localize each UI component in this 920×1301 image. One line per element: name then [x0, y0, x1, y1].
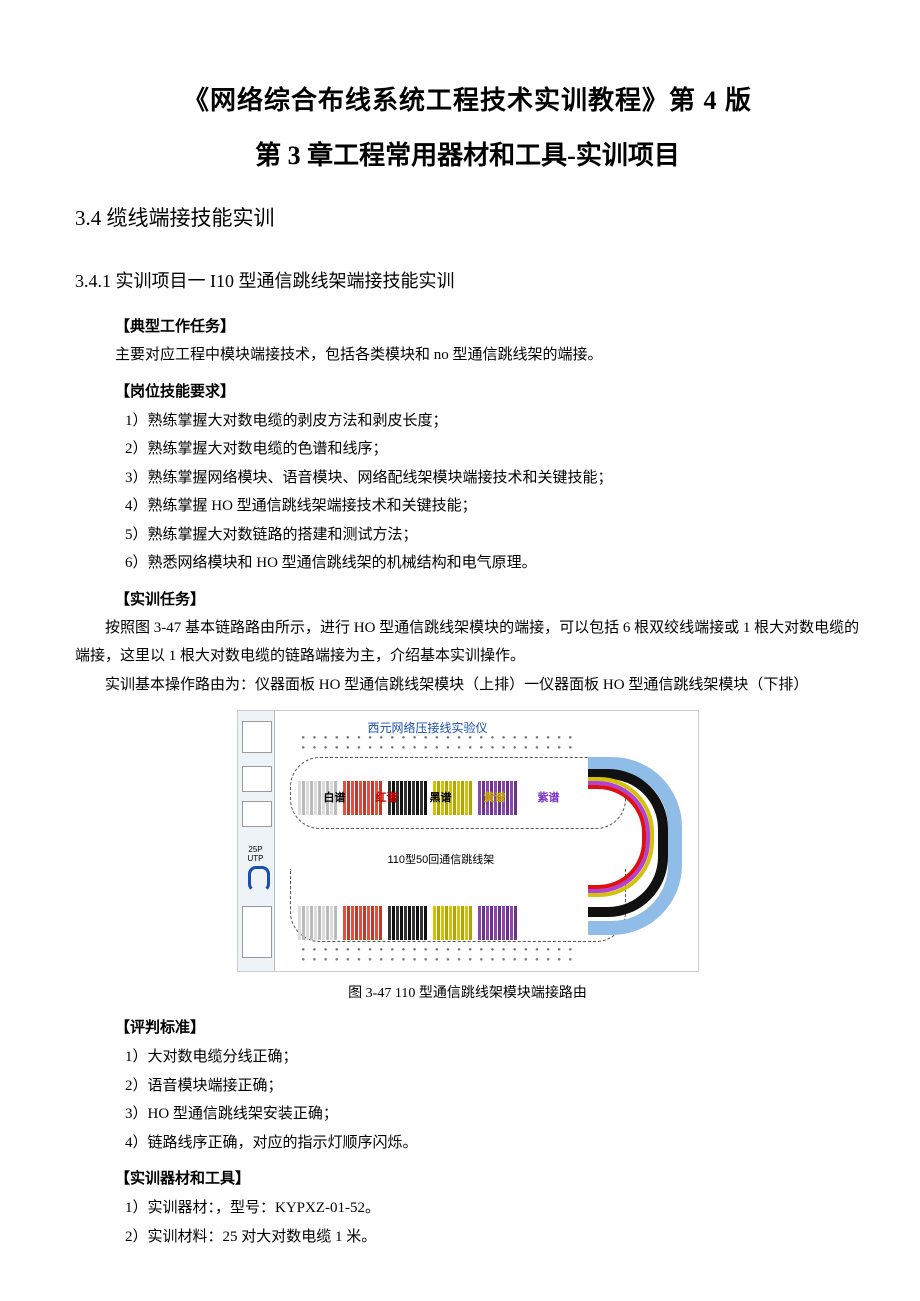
side-label-25p: 25P — [244, 846, 268, 854]
training-para: 实训基本操作路由为：仪器面板 HO 型通信跳线架模块（上排）一仪器面板 HO 型… — [75, 672, 860, 700]
judge-label: 【评判标准】 — [115, 1016, 860, 1037]
skill-item: 5）熟练掌握大对数链路的搭建和测试方法； — [95, 521, 860, 550]
judge-item: 3）HO 型通信跳线架安装正确； — [95, 1100, 860, 1129]
equip-label: 【实训器材和工具】 — [115, 1167, 860, 1188]
left-rail: 25P UTP — [238, 711, 275, 971]
subsection-heading: 3.4.1 实训项目一 I10 型通信跳线架端接技能实训 — [75, 267, 860, 293]
led-row: ● ● ● ● ● ● ● ● ● ● ● ● ● ● ● ● ● ● ● ● … — [302, 735, 576, 741]
band-yellow-label: 黄谱 — [484, 789, 506, 805]
training-task-label: 【实训任务】 — [115, 588, 860, 609]
band-purple-label: 紫谱 — [538, 789, 560, 805]
side-label-utp: UTP — [244, 855, 268, 863]
led-row: ● ● ● ● ● ● ● ● ● ● ● ● ● ● ● ● ● ● ● ● … — [302, 957, 576, 963]
diagram-title: 西元网络压接线实验仪 — [368, 719, 488, 736]
equip-item: 2）实训材料：25 对大对数电缆 1 米。 — [95, 1223, 860, 1252]
skill-item: 4）熟练掌握 HO 型通信跳线架端接技术和关键技能； — [95, 492, 860, 521]
band-black-label: 黑谱 — [430, 789, 452, 805]
skill-requirement-label: 【岗位技能要求】 — [115, 380, 860, 401]
training-para: 按照图 3-47 基本链路路由所示，进行 HO 型通信跳线架模块的端接，可以包括… — [75, 615, 860, 671]
band-red-label: 红谱 — [376, 789, 398, 805]
led-row: ● ● ● ● ● ● ● ● ● ● ● ● ● ● ● ● ● ● ● ● … — [302, 745, 576, 751]
chapter-title: 第 3 章工程常用器材和工具-实训项目 — [75, 135, 860, 172]
skill-item: 3）熟练掌握网络模块、语音模块、网络配线架模块端接技术和关键技能； — [95, 464, 860, 493]
skill-item: 1）熟练掌握大对数电缆的剥皮方法和剥皮长度； — [95, 407, 860, 436]
section-heading: 3.4 缆线端接技能实训 — [75, 202, 860, 232]
judge-item: 2）语音模块端接正确； — [95, 1072, 860, 1101]
typical-task-text: 主要对应工程中模块端接技术，包括各类模块和 no 型通信跳线架的端接。 — [115, 342, 860, 370]
diagram-graphic: 25P UTP 西元网络压接线实验仪 ● ● ● ● ● ● ● ● ● ● ●… — [237, 710, 699, 972]
judge-item: 1）大对数电缆分线正确； — [95, 1043, 860, 1072]
main-title: 《网络综合布线系统工程技术实训教程》第 4 版 — [75, 80, 860, 117]
led-row: ● ● ● ● ● ● ● ● ● ● ● ● ● ● ● ● ● ● ● ● … — [302, 947, 576, 953]
page: 《网络综合布线系统工程技术实训教程》第 4 版 第 3 章工程常用器材和工具-实… — [0, 0, 920, 1301]
cable-ring-icon — [248, 866, 270, 892]
typical-task-label: 【典型工作任务】 — [115, 315, 860, 336]
equip-item: 1）实训器材：，型号：KYPXZ-01-52。 — [95, 1194, 860, 1223]
judge-item: 4）链路线序正确，对应的指示灯顺序闪烁。 — [95, 1129, 860, 1158]
pin-row-lower — [298, 906, 522, 940]
figure-3-47: 25P UTP 西元网络压接线实验仪 ● ● ● ● ● ● ● ● ● ● ●… — [75, 710, 860, 1002]
rack-label: 110型50回通信跳线架 — [388, 851, 495, 867]
skill-item: 6）熟悉网络模块和 HO 型通信跳线架的机械结构和电气原理。 — [95, 549, 860, 578]
band-white-label: 白谱 — [324, 789, 346, 805]
figure-caption: 图 3-47 110 型通信跳线架模块端接路由 — [75, 982, 860, 1002]
skill-item: 2）熟练掌握大对数电缆的色谱和线序； — [95, 435, 860, 464]
